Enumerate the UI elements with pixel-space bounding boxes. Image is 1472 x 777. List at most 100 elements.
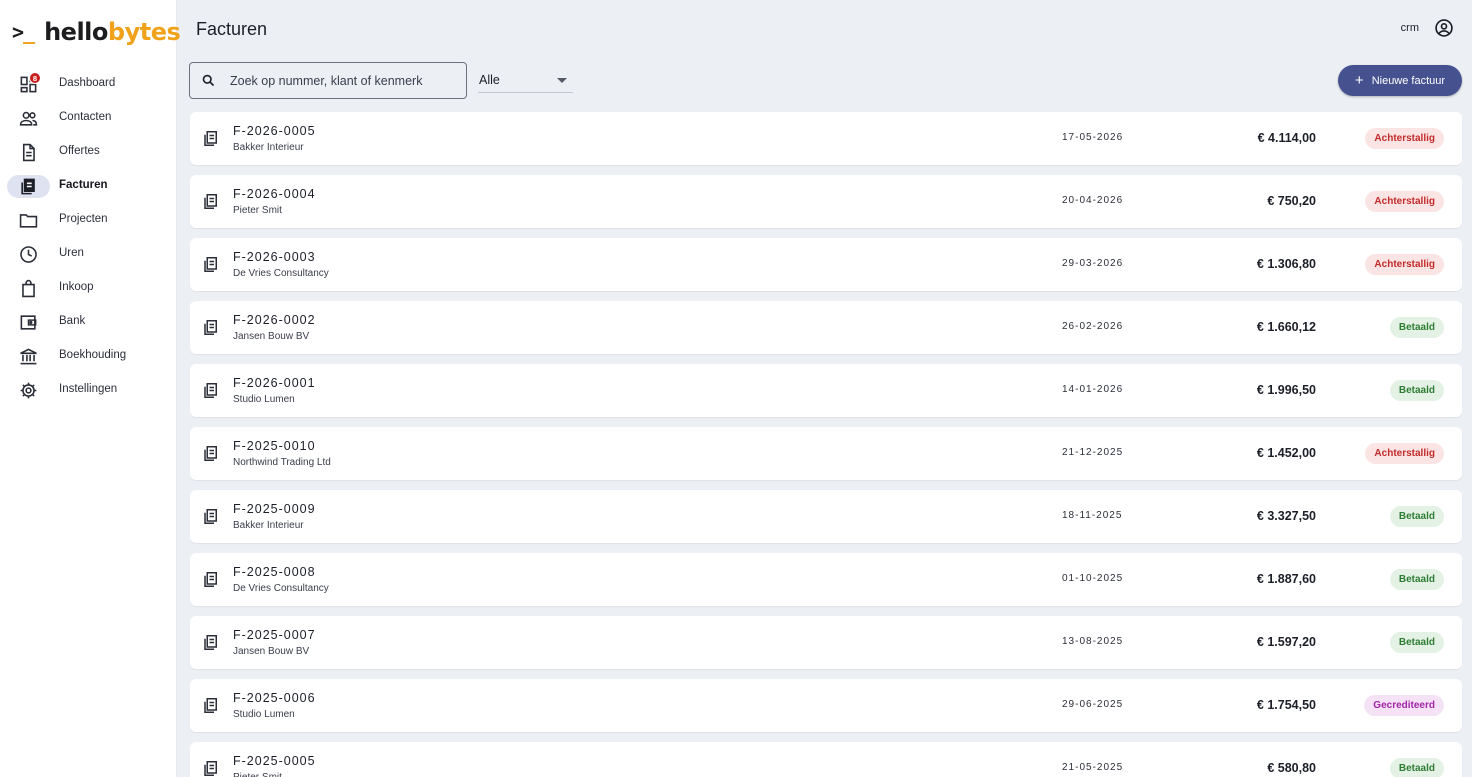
invoice-row[interactable]: F-2025-0010 Northwind Trading Ltd 21-12-20…: [190, 427, 1462, 480]
invoice-number: F-2025-0005: [233, 754, 316, 768]
account-circle-icon[interactable]: [1434, 18, 1454, 38]
wallet-icon: [19, 313, 38, 332]
status-badge: Betaald: [1389, 569, 1444, 590]
page-title: Facturen: [196, 19, 268, 39]
invoice-client: Studio Lumen: [233, 709, 295, 720]
invoice-row[interactable]: F-2025-0006 Studio Lumen 29-06-2025 € 1.754…: [190, 679, 1462, 732]
gear-icon: [19, 381, 38, 400]
new-invoice-button[interactable]: + Nieuwe factuur: [1338, 65, 1462, 96]
invoice-amount: € 3.327,50: [1256, 509, 1316, 523]
invoice-number: F-2025-0008: [233, 565, 316, 579]
invoice-amount: € 1.887,60: [1256, 572, 1316, 586]
user-menu[interactable]: crm: [1401, 18, 1454, 38]
invoice-amount: € 1.597,20: [1256, 635, 1316, 649]
sidebar-item-label: Uren: [59, 247, 84, 259]
invoice-number: F-2025-0007: [233, 628, 316, 642]
invoice-date: 17-05-2026: [1062, 132, 1124, 143]
invoice-row[interactable]: F-2026-0004 Pieter Smit 20-04-2026 € 750,20…: [190, 175, 1462, 228]
sidebar-item-bank[interactable]: Bank: [0, 305, 177, 339]
invoice-amount: € 1.452,00: [1256, 446, 1316, 460]
invoice-client: Bakker Interieur: [233, 520, 304, 531]
invoice-row[interactable]: F-2026-0003 De Vries Consultancy 29-03-202…: [190, 238, 1462, 291]
invoice-client: Jansen Bouw BV: [233, 331, 310, 342]
invoice-date: 26-02-2026: [1062, 321, 1124, 332]
search-input[interactable]: [230, 72, 460, 90]
sidebar-item-label: Facturen: [59, 179, 108, 191]
invoice-row[interactable]: F-2026-0001 Studio Lumen 14-01-2026 € 1.996…: [190, 364, 1462, 417]
chevron-down-icon: [557, 78, 567, 83]
status-badge: Betaald: [1389, 380, 1444, 401]
sidebar-item-label: Inkoop: [59, 281, 94, 293]
sidebar-item-inkoop[interactable]: Inkoop: [0, 271, 177, 305]
sidebar-item-boekhouding[interactable]: Boekhouding: [0, 339, 177, 373]
status-badge: Gecrediteerd: [1364, 695, 1444, 716]
sidebar-item-dashboard[interactable]: 8 Dashboard: [0, 67, 177, 101]
search-box[interactable]: [189, 62, 467, 99]
sidebar-item-label: Offertes: [59, 145, 100, 157]
invoice-client: Studio Lumen: [233, 394, 295, 405]
invoice-number: F-2026-0001: [233, 376, 316, 390]
invoice-number: F-2025-0010: [233, 439, 316, 453]
invoice-row[interactable]: F-2026-0005 Bakker Interieur 17-05-2026 € 4…: [190, 112, 1462, 165]
invoice-date: 13-08-2025: [1062, 636, 1124, 647]
invoice-date: 01-10-2025: [1062, 573, 1124, 584]
invoice-row[interactable]: F-2025-0009 Bakker Interieur 18-11-2025 € 3…: [190, 490, 1462, 543]
sidebar-item-instellingen[interactable]: Instellingen: [0, 373, 177, 407]
invoice-client: Northwind Trading Ltd: [233, 457, 331, 468]
sidebar-item-label: Projecten: [59, 213, 108, 225]
receipt-icon: [202, 444, 220, 463]
status-filter-select[interactable]: Alle: [478, 67, 573, 93]
status-badge: Achterstallig: [1365, 443, 1444, 464]
status-badge: Achterstallig: [1365, 254, 1444, 275]
invoice-amount: € 1.306,80: [1256, 257, 1316, 271]
sidebar-item-contacten[interactable]: Contacten: [0, 101, 177, 135]
invoice-row[interactable]: F-2025-0005 Pieter Smit 21-05-2025 € 580,80…: [190, 742, 1462, 777]
invoice-number: F-2026-0002: [233, 313, 316, 327]
sidebar-item-label: Dashboard: [59, 77, 116, 89]
invoice-number: F-2026-0003: [233, 250, 316, 264]
sidebar-item-projecten[interactable]: Projecten: [0, 203, 177, 237]
status-badge: Betaald: [1389, 632, 1444, 653]
receipt-icon: [202, 192, 220, 211]
invoice-row[interactable]: F-2026-0002 Jansen Bouw BV 26-02-2026 € 1.6…: [190, 301, 1462, 354]
receipt-icon: [202, 759, 220, 777]
sidebar-item-label: Contacten: [59, 111, 112, 123]
invoice-date: 29-03-2026: [1062, 258, 1124, 269]
sidebar-item-offertes[interactable]: Offertes: [0, 135, 177, 169]
invoice-row[interactable]: F-2025-0008 De Vries Consultancy 01-10-202…: [190, 553, 1462, 606]
people-icon: [19, 109, 38, 128]
filter-value: Alle: [479, 73, 500, 87]
app-logo[interactable]: >_ hellobytes: [12, 17, 181, 47]
invoice-amount: € 1.754,50: [1256, 698, 1316, 712]
receipt-icon: [202, 318, 220, 337]
new-invoice-label: Nieuwe factuur: [1371, 74, 1446, 87]
sidebar-item-label: Boekhouding: [59, 349, 127, 361]
invoice-amount: € 580,80: [1267, 761, 1316, 775]
shopping-bag-icon: [19, 279, 38, 298]
invoice-number: F-2026-0005: [233, 124, 316, 138]
sidebar-nav: 8 Dashboard Contacten Offertes Facturen: [0, 67, 177, 407]
invoice-date: 18-11-2025: [1062, 510, 1123, 521]
invoice-date: 29-06-2025: [1062, 699, 1124, 710]
status-badge: Achterstallig: [1365, 191, 1444, 212]
invoice-client: Jansen Bouw BV: [233, 646, 310, 657]
bank-icon: [19, 347, 38, 366]
receipt-icon: [202, 255, 220, 274]
status-badge: Achterstallig: [1365, 128, 1444, 149]
invoice-list: F-2026-0005 Bakker Interieur 17-05-2026 € 4…: [190, 112, 1462, 777]
status-badge: Betaald: [1389, 317, 1444, 338]
sidebar: >_ hellobytes 8 Dashboard Contacten Offe…: [0, 0, 181, 777]
receipt-icon: [202, 129, 220, 148]
invoice-row[interactable]: F-2025-0007 Jansen Bouw BV 13-08-2025 € 1.5…: [190, 616, 1462, 669]
invoice-amount: € 4.114,00: [1257, 131, 1316, 145]
sidebar-item-uren[interactable]: Uren: [0, 237, 177, 271]
receipt-icon: [202, 381, 220, 400]
invoice-client: Bakker Interieur: [233, 142, 304, 153]
sidebar-item-label: Instellingen: [59, 383, 118, 395]
invoice-number: F-2025-0006: [233, 691, 316, 705]
invoice-date: 14-01-2026: [1062, 384, 1124, 395]
sidebar-item-facturen[interactable]: Facturen: [0, 169, 177, 203]
invoice-client: Pieter Smit: [233, 205, 282, 216]
receipt-icon: [202, 633, 220, 652]
logo-wordmark: hellobytes: [44, 18, 181, 46]
